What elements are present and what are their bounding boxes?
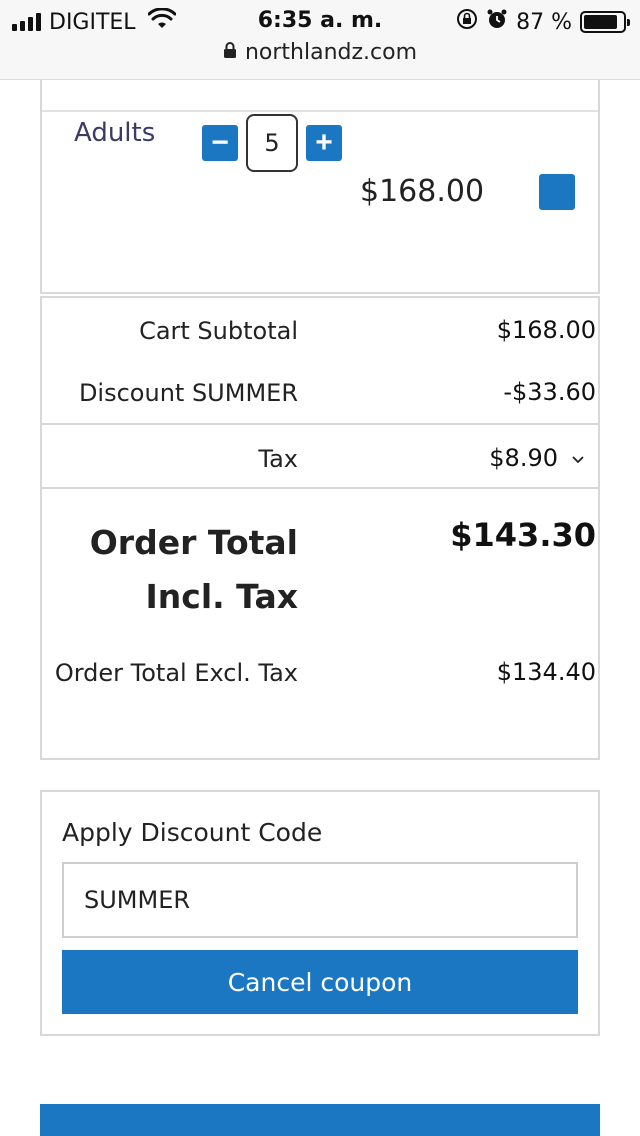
order-total-excl-value: $134.40	[496, 658, 596, 686]
proceed-button[interactable]	[40, 1104, 600, 1136]
status-bar: DIGITEL 6:35 a. m. 87 % northlandz.com	[0, 0, 640, 80]
order-totals-panel: Cart Subtotal $168.00 Discount SUMMER -$…	[40, 296, 600, 760]
ticket-type-label: Adults	[74, 118, 156, 148]
decrease-quantity-button[interactable]: −	[202, 125, 238, 161]
tax-label: Tax	[258, 445, 298, 473]
tax-value: $8.90	[489, 444, 558, 472]
address-bar[interactable]: northlandz.com	[0, 40, 640, 65]
status-right: 87 %	[456, 8, 630, 36]
quantity-input[interactable]	[246, 114, 298, 172]
chevron-down-icon	[572, 449, 584, 468]
divider	[42, 423, 598, 425]
order-total-excl-label: Order Total Excl. Tax	[54, 659, 298, 687]
discount-code-title: Apply Discount Code	[62, 818, 323, 847]
discount-code-panel: Apply Discount Code Cancel coupon	[40, 790, 600, 1036]
cancel-coupon-button[interactable]: Cancel coupon	[62, 950, 578, 1014]
battery-icon	[580, 11, 630, 33]
increase-quantity-button[interactable]: +	[306, 125, 342, 161]
url-text: northlandz.com	[244, 40, 418, 65]
discount-label: Discount SUMMER	[78, 379, 298, 407]
discount-code-input[interactable]	[62, 862, 578, 938]
subtotal-label: Cart Subtotal	[139, 317, 298, 345]
cart-item-panel: Adults − + $168.00	[40, 80, 600, 294]
quantity-stepper: − +	[202, 114, 342, 172]
order-total-incl-value: $143.30	[450, 516, 596, 554]
tax-value-toggle[interactable]: $8.90	[489, 444, 584, 472]
alarm-icon	[486, 8, 508, 36]
divider	[42, 110, 598, 112]
item-price: $168.00	[360, 174, 485, 209]
rotation-lock-icon	[456, 8, 478, 36]
lock-icon	[223, 40, 237, 65]
item-checkbox[interactable]	[539, 174, 575, 210]
discount-value: -$33.60	[503, 378, 596, 406]
battery-fill	[584, 15, 618, 29]
battery-percent: 87 %	[516, 9, 572, 35]
subtotal-value: $168.00	[496, 316, 596, 344]
divider	[42, 487, 598, 489]
order-total-incl-label: Order Total Incl. Tax	[89, 523, 298, 616]
